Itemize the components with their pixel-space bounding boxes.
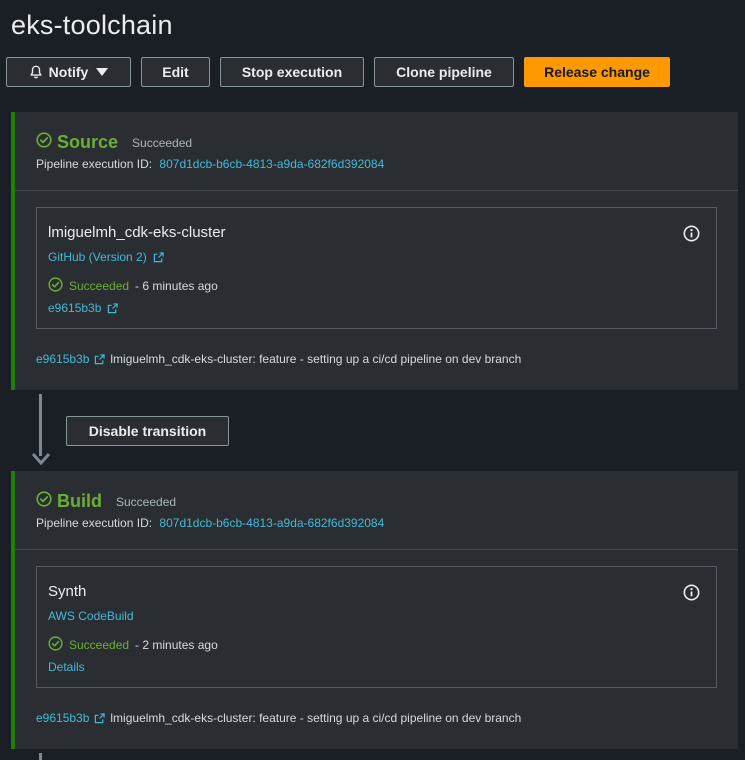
stage-header: Source Succeeded Pipeline execution ID: … [15, 112, 738, 191]
revision-summary: e9615b3b lmiguelmh_cdk-eks-cluster: feat… [36, 352, 521, 366]
release-change-button[interactable]: Release change [524, 57, 670, 87]
provider-link[interactable]: GitHub (Version 2) [48, 250, 716, 264]
info-icon[interactable] [683, 584, 700, 601]
execution-id-label: Pipeline execution ID: [36, 516, 153, 530]
provider-label: AWS CodeBuild [48, 609, 134, 623]
check-circle-icon [48, 636, 63, 654]
details-link-label: Details [48, 660, 85, 674]
notify-label: Notify [48, 64, 89, 80]
info-icon[interactable] [683, 225, 700, 242]
stage-status: Succeeded [132, 135, 193, 150]
clone-pipeline-button[interactable]: Clone pipeline [374, 57, 514, 87]
provider-link[interactable]: AWS CodeBuild [48, 609, 716, 623]
provider-label: GitHub (Version 2) [48, 250, 147, 264]
action-name: lmiguelmh_cdk-eks-cluster [48, 224, 226, 241]
stage-build: Build Succeeded Pipeline execution ID: 8… [11, 471, 738, 749]
action-time: - 2 minutes ago [135, 638, 218, 652]
commit-link-label: e9615b3b [48, 301, 102, 315]
revision-message: lmiguelmh_cdk-eks-cluster: feature - set… [110, 711, 522, 725]
details-link[interactable]: Details [48, 660, 716, 674]
action-card: Synth AWS CodeBuild Succeeded - 2 minute… [36, 566, 717, 688]
execution-id-link[interactable]: 807d1dcb-b6cb-4813-a9da-682f6d392084 [159, 157, 384, 171]
action-status-text: Succeeded [69, 279, 130, 293]
page-title: eks-toolchain [11, 10, 173, 40]
revision-link[interactable]: e9615b3b [36, 711, 89, 725]
revision-message: lmiguelmh_cdk-eks-cluster: feature - set… [110, 352, 522, 366]
external-link-icon [107, 302, 119, 314]
revision-summary: e9615b3b lmiguelmh_cdk-eks-cluster: feat… [36, 711, 521, 725]
stop-execution-button[interactable]: Stop execution [220, 57, 364, 87]
stage-name: Build [57, 491, 102, 511]
stage-header: Build Succeeded Pipeline execution ID: 8… [15, 471, 738, 550]
execution-id-label: Pipeline execution ID: [36, 157, 153, 171]
execution-id-link[interactable]: 807d1dcb-b6cb-4813-a9da-682f6d392084 [159, 516, 384, 530]
bell-icon [29, 65, 43, 79]
transition-arrow [39, 394, 42, 456]
transition-arrow [39, 753, 42, 760]
external-link-icon [94, 353, 106, 365]
check-circle-icon [48, 277, 63, 295]
check-circle-icon [36, 491, 52, 512]
revision-link[interactable]: e9615b3b [36, 352, 89, 366]
stage-name: Source [57, 132, 119, 152]
notify-button[interactable]: Notify [6, 57, 131, 87]
action-status: Succeeded - 2 minutes ago [48, 636, 716, 654]
external-link-icon [94, 712, 106, 724]
caret-down-icon [96, 67, 109, 77]
stage-status: Succeeded [116, 494, 177, 509]
action-status-text: Succeeded [69, 638, 130, 652]
arrow-down-icon [31, 453, 51, 466]
action-status: Succeeded - 6 minutes ago [48, 277, 716, 295]
disable-transition-button[interactable]: Disable transition [66, 416, 229, 446]
check-circle-icon [36, 132, 52, 153]
edit-button[interactable]: Edit [141, 57, 210, 87]
action-time: - 6 minutes ago [135, 279, 218, 293]
action-name: Synth [48, 583, 87, 600]
stage-source: Source Succeeded Pipeline execution ID: … [11, 112, 738, 390]
commit-link[interactable]: e9615b3b [48, 301, 716, 315]
external-link-icon [153, 251, 164, 263]
action-card: lmiguelmh_cdk-eks-cluster GitHub (Versio… [36, 207, 717, 329]
